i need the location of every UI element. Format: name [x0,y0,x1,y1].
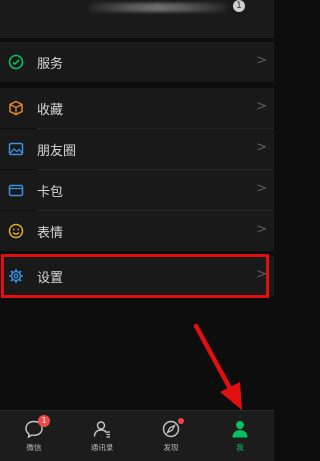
menu-item-card-wallet[interactable]: 卡包 > [0,170,274,210]
chevron-right-icon: > [256,53,267,68]
menu-item-favorites[interactable]: 收藏 > [0,88,274,128]
menu-item-label: 表情 [37,226,64,241]
header-badge: 1 [233,0,245,12]
contacts-icon [93,421,110,438]
menu-item-label: 收藏 [37,103,64,118]
smiley-icon [8,223,24,239]
notification-dot [178,418,184,424]
menu-item-stickers[interactable]: 表情 > [0,211,274,251]
blurred-profile-info [88,3,228,12]
photo-icon [8,142,24,156]
menu-item-services[interactable]: 服务 > [0,42,274,82]
wallet-icon [8,184,24,197]
chevron-right-icon: > [256,222,267,237]
menu-item-label: 卡包 [37,185,64,200]
menu-item-label: 朋友圈 [37,144,77,159]
tab-label: 我 [236,443,244,452]
red-arrow-annotation [193,323,242,410]
tab-contacts[interactable]: 通讯录 [68,411,136,461]
tab-chats[interactable]: 1 微信 [0,411,68,461]
profile-header[interactable]: 1 [0,0,274,38]
cube-icon [9,100,23,116]
menu-item-label: 服务 [37,57,64,72]
person-icon [232,421,248,438]
tab-me[interactable]: 我 [206,411,274,461]
settings-highlight-box [1,254,269,298]
unread-badge: 1 [38,415,50,427]
chevron-right-icon: > [256,99,267,114]
wechat-pay-icon [8,54,24,70]
chevron-right-icon: > [256,140,267,155]
chevron-right-icon: > [256,181,267,196]
tab-discover[interactable]: 发现 [137,411,205,461]
menu-item-moments[interactable]: 朋友圈 > [0,129,274,169]
tab-label: 通讯录 [90,443,114,452]
bottom-tab-bar: 1 微信 通讯录 发现 我 [0,410,274,461]
tab-label: 发现 [163,443,179,452]
tab-label: 微信 [26,443,42,452]
